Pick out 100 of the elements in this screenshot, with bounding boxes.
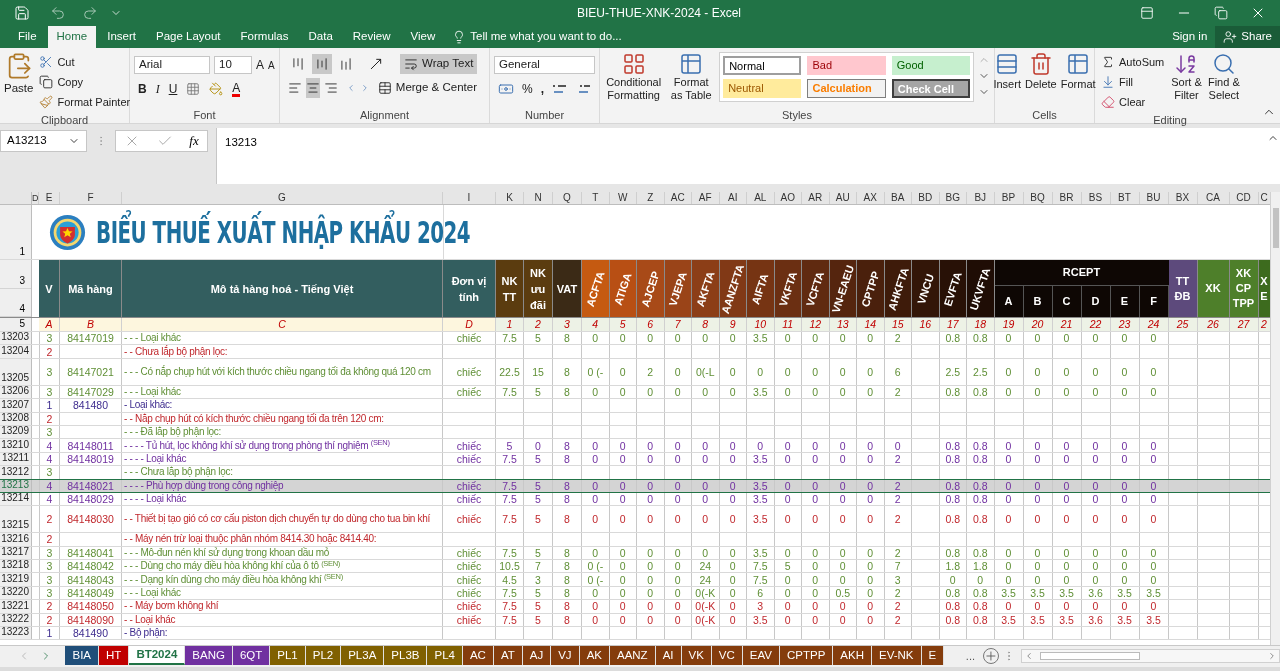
row-number[interactable]: 13221 bbox=[0, 600, 32, 613]
column-letter[interactable]: AR bbox=[802, 192, 830, 204]
column-letter[interactable]: BR bbox=[1052, 192, 1082, 204]
column-letter[interactable]: T bbox=[582, 192, 610, 204]
row-number[interactable]: 13204 bbox=[0, 345, 32, 358]
column-letter[interactable]: CD bbox=[1229, 192, 1259, 204]
column-letter[interactable]: F bbox=[60, 192, 122, 204]
sheet-tab[interactable]: PL1 bbox=[270, 646, 306, 665]
number-format-field[interactable]: General bbox=[494, 56, 595, 74]
column-letter[interactable]: BS bbox=[1081, 192, 1111, 204]
ribbon-tab[interactable]: Insert bbox=[98, 26, 145, 48]
table-row[interactable]: 13204 2 - - Chưa lắp bộ phận lọc: bbox=[0, 345, 1270, 359]
sheet-tab[interactable]: E bbox=[921, 646, 945, 665]
ribbon-tab[interactable]: Formulas bbox=[231, 26, 298, 48]
sheet-tab[interactable]: PL3A bbox=[341, 646, 385, 665]
table-row[interactable]: 13203 3 84147019 - - - Loại khác chiếc 7.5 5 8 0 0 0 0 0 0 3.5 0 0 0 0 2 0.8 0.8 0 0 0 0 0 0 bbox=[0, 332, 1270, 346]
sheet-tab[interactable]: BIA bbox=[65, 646, 100, 665]
sheet-tab[interactable]: CPTPP bbox=[780, 646, 834, 665]
sheet-tab[interactable]: AANZ bbox=[609, 646, 656, 665]
sheet-tab[interactable]: HT bbox=[99, 646, 130, 665]
row-number[interactable]: 13223 bbox=[0, 627, 32, 640]
font-name-field[interactable]: Arial bbox=[134, 56, 210, 74]
restore-icon[interactable] bbox=[1214, 5, 1228, 20]
row-number[interactable]: 1 bbox=[0, 205, 32, 259]
undo-icon[interactable] bbox=[50, 4, 66, 21]
insert-button[interactable]: Insert bbox=[993, 52, 1021, 93]
column-letter[interactable]: E bbox=[39, 192, 60, 204]
column-letter[interactable]: CA bbox=[1197, 192, 1230, 204]
sheet-tab[interactable]: EAV bbox=[742, 646, 780, 665]
format-button[interactable]: Format bbox=[1060, 52, 1096, 93]
row-number[interactable]: 4 bbox=[0, 288, 31, 317]
column-letter[interactable]: W bbox=[609, 192, 637, 204]
row-number[interactable]: 13210 bbox=[0, 439, 32, 452]
vertical-align-button[interactable] bbox=[312, 54, 332, 74]
underline-button[interactable]: U bbox=[168, 80, 178, 98]
sheet-tab[interactable]: AJ bbox=[522, 646, 552, 665]
cell-style-button[interactable]: Bad bbox=[807, 56, 886, 75]
table-row[interactable]: 13210 4 84148011 - - - - Tủ hút, lọc không khí sử dụng trong phòng thí nghiệm $^{(SEN)}$ chiếc 5 0 8 0 0 0 0 0 0 0 0 0 0 0 0 0.8 0.8 0 0 0 0 0 0 bbox=[0, 439, 1270, 453]
ribbon-tab[interactable]: Review bbox=[343, 26, 400, 48]
sign-in-link[interactable]: Sign in bbox=[1164, 26, 1216, 48]
column-letter[interactable]: BD bbox=[912, 192, 940, 204]
tell-me-field[interactable]: Tell me what you want to do... bbox=[452, 26, 622, 48]
table-row[interactable]: 13218 3 84148042 - - - Dùng cho máy điều hòa không khí của ô tô $^{(SEN)}$ chiếc 10.5 7 8 0 (- 0 0 0 24 0 7.5 5 0 0 0 7 1.8 1.8 0 0 0 0 0 0 bbox=[0, 560, 1270, 574]
copy-button[interactable]: Copy bbox=[37, 72, 86, 92]
column-letter[interactable]: G bbox=[122, 192, 443, 204]
column-letter[interactable]: K bbox=[496, 192, 524, 204]
orientation-icon[interactable] bbox=[368, 56, 384, 72]
column-letter[interactable]: Q bbox=[553, 192, 582, 204]
row-number[interactable]: 13219 bbox=[0, 573, 32, 586]
autosum-button[interactable]: AutoSum bbox=[1099, 52, 1167, 72]
sheet-tab[interactable]: AKH bbox=[833, 646, 872, 665]
table-row[interactable]: 13215 2 84148030 - - Thiết bị tạo gió có cơ cấu piston dịch chuyển tự do dùng cho tua bin khí chiếc 7.5 5 8 0 0 0 0 0 0 3.5 0 0 0 0 2 0.8 0.8 0 0 0 0 0 0 bbox=[0, 506, 1270, 534]
italic-button[interactable]: I bbox=[155, 80, 160, 98]
delete-button[interactable]: Delete bbox=[1024, 52, 1057, 93]
column-letter[interactable]: N bbox=[524, 192, 553, 204]
sort-filter-button[interactable]: Sort & Filter bbox=[1170, 52, 1203, 112]
conditional-formatting-button[interactable]: Conditional Formatting bbox=[604, 52, 664, 102]
column-letter[interactable]: BT bbox=[1110, 192, 1140, 204]
ribbon-display-icon[interactable] bbox=[1140, 5, 1154, 20]
column-letter[interactable]: BG bbox=[939, 192, 967, 204]
ribbon-tab[interactable]: File bbox=[9, 26, 46, 48]
wrap-text-button[interactable]: Wrap Text bbox=[400, 54, 478, 74]
sheet-tab[interactable]: PL4 bbox=[427, 646, 463, 665]
scroll-right-icon[interactable] bbox=[1267, 651, 1277, 661]
table-row[interactable]: 13219 3 84148043 - - - Dạng kín dùng cho máy điều hòa không khí $^{(SEN)}$ chiếc 4.5 3 8 0 (- 0 0 0 24 0 7.5 0 0 0 0 3 0 0 0 0 0 0 0 0 bbox=[0, 573, 1270, 587]
grow-font-button[interactable]: A bbox=[256, 56, 264, 74]
decrease-decimal-icon[interactable] bbox=[576, 83, 592, 95]
row-number[interactable]: 13216 bbox=[0, 533, 32, 546]
merge-center-button[interactable]: Merge & Center bbox=[373, 78, 481, 98]
format-painter-button[interactable]: Format Painter bbox=[37, 92, 133, 112]
row-number[interactable]: 13215 bbox=[0, 506, 32, 533]
row-number[interactable]: 13203 bbox=[0, 332, 32, 345]
column-letter[interactable]: BU bbox=[1139, 192, 1169, 204]
name-box[interactable]: A13213 bbox=[0, 130, 87, 152]
share-button[interactable]: Share bbox=[1215, 26, 1280, 48]
clear-button[interactable]: Clear bbox=[1099, 92, 1167, 112]
redo-icon[interactable] bbox=[82, 4, 98, 21]
comma-button[interactable]: , bbox=[540, 80, 544, 98]
column-letter[interactable]: BX bbox=[1168, 192, 1198, 204]
column-letter[interactable]: I bbox=[443, 192, 496, 204]
ribbon-tab[interactable]: Page Layout bbox=[147, 26, 230, 48]
table-row[interactable]: 13223 1 841490 - Bộ phận: bbox=[0, 627, 1270, 641]
column-letter[interactable]: AX bbox=[857, 192, 885, 204]
row-number[interactable]: 13218 bbox=[0, 560, 32, 573]
column-letter[interactable]: AI bbox=[719, 192, 747, 204]
sheet-tab[interactable]: AC bbox=[462, 646, 494, 665]
horizontal-scrollbar[interactable] bbox=[1020, 649, 1280, 663]
formula-field[interactable]: 13213 bbox=[216, 128, 1266, 184]
insert-function-button[interactable]: fx bbox=[189, 131, 199, 151]
sheet-tab[interactable]: VK bbox=[681, 646, 712, 665]
sheet-tab[interactable]: AI bbox=[655, 646, 682, 665]
column-letter[interactable]: Z bbox=[637, 192, 665, 204]
column-letter[interactable]: D bbox=[32, 192, 39, 204]
sheet-tab[interactable]: AK bbox=[579, 646, 610, 665]
paste-button[interactable]: Paste bbox=[4, 52, 34, 98]
find-select-button[interactable]: Find & Select bbox=[1206, 52, 1241, 112]
column-letter[interactable]: BA bbox=[884, 192, 912, 204]
column-letter[interactable]: BP bbox=[994, 192, 1024, 204]
row-number[interactable]: 13207 bbox=[0, 399, 32, 412]
font-size-field[interactable]: 10 bbox=[214, 56, 252, 74]
